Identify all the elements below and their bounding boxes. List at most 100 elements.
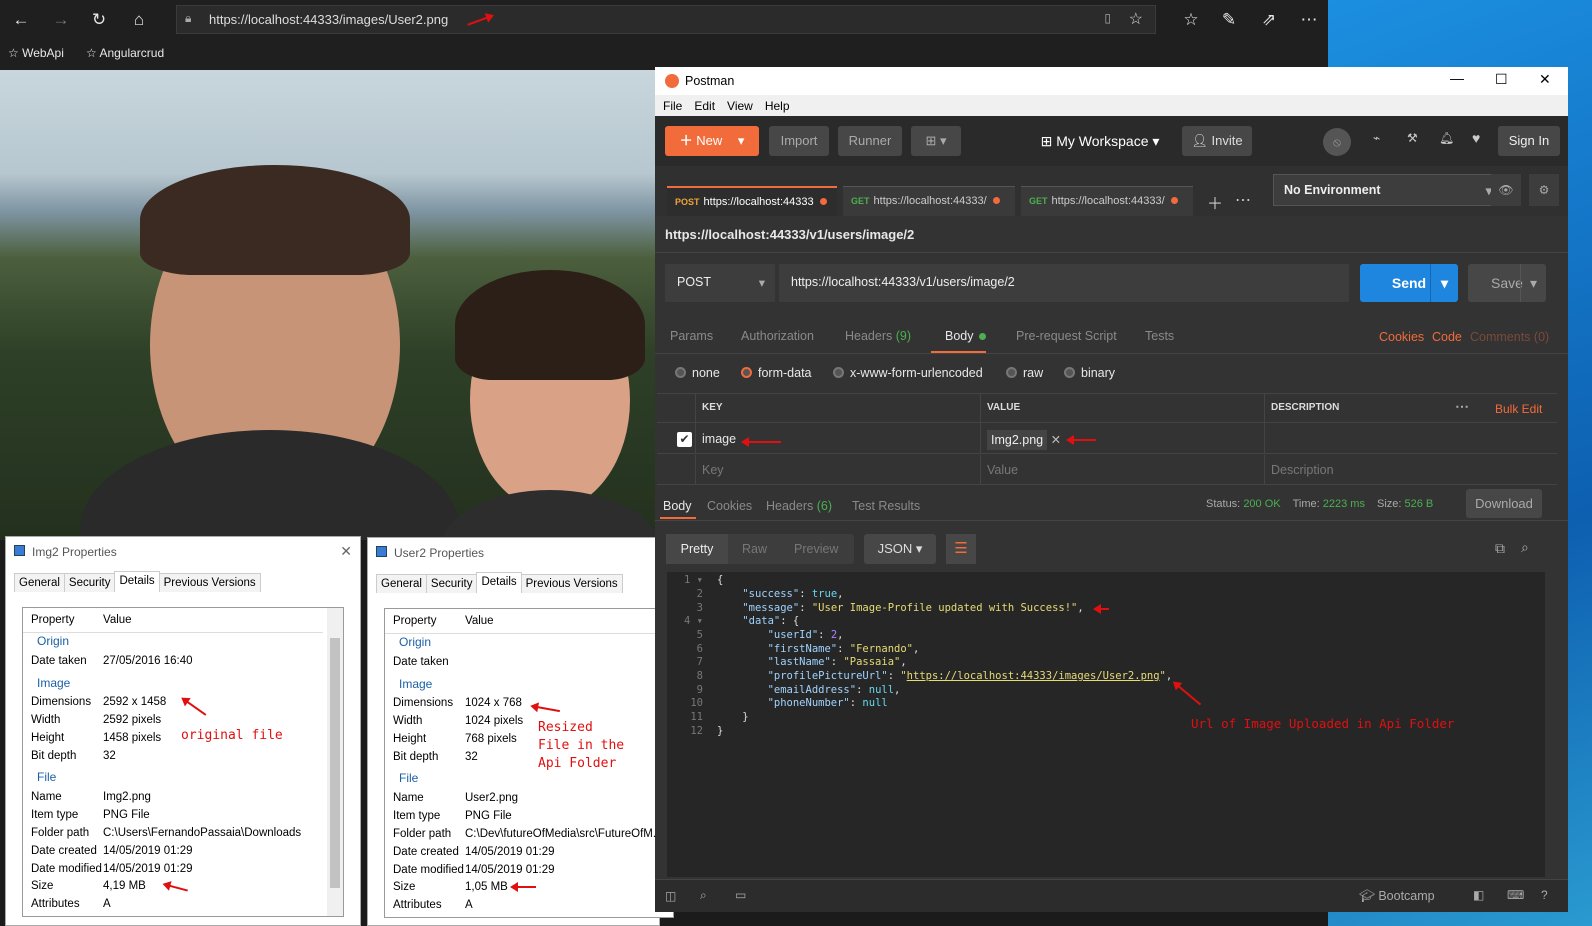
resp-tab-test-results[interactable]: Test Results <box>852 499 920 513</box>
radio-form-data[interactable]: form-data <box>741 366 812 380</box>
favorite-star-icon[interactable]: ☆ <box>1129 9 1143 29</box>
value-cell[interactable]: Img2.png ✕ <box>980 424 1264 454</box>
address-bar[interactable]: 🔒︎ https://localhost:44333/images/User2.… <box>176 5 1156 34</box>
tab-tests[interactable]: Tests <box>1145 329 1174 343</box>
tab-previous-versions[interactable]: Previous Versions <box>158 573 261 592</box>
settings-gear-icon[interactable]: ⚙ <box>1529 174 1559 206</box>
download-button[interactable]: Download <box>1466 489 1542 518</box>
invite-button[interactable]: 👤︎ Invite <box>1182 126 1252 156</box>
cookies-link[interactable]: Cookies <box>1379 330 1424 344</box>
find-icon[interactable]: ⌕ <box>700 888 707 903</box>
description-cell[interactable] <box>1264 424 1557 454</box>
more-icon[interactable]: ⋯ <box>1298 9 1320 31</box>
new-window-button[interactable]: ⊞ ▾ <box>911 126 961 156</box>
save-button[interactable]: Save ▾ <box>1468 264 1546 302</box>
two-pane-icon[interactable]: ◧ <box>1473 888 1484 902</box>
tab-get-request-2[interactable]: GET https://localhost:44333/ <box>1021 186 1193 216</box>
tab-general[interactable]: General <box>376 574 427 593</box>
radio-raw[interactable]: raw <box>1006 366 1043 380</box>
description-placeholder[interactable]: Description <box>1264 455 1557 485</box>
environment-selector[interactable]: No Environment ▾ <box>1273 174 1503 206</box>
comments-link[interactable]: Comments (0) <box>1470 330 1549 344</box>
preview-button[interactable]: Preview <box>794 542 838 556</box>
tab-general[interactable]: General <box>14 573 65 592</box>
row-checkbox[interactable]: ✔ <box>677 432 692 447</box>
radio-none[interactable]: none <box>675 366 720 380</box>
tab-get-request-1[interactable]: GET https://localhost:44333/ <box>843 186 1015 216</box>
more-icon[interactable]: ⋯ <box>1455 398 1469 415</box>
menu-edit[interactable]: Edit <box>694 99 715 113</box>
wrench-icon[interactable]: ⚒ <box>1407 131 1418 145</box>
back-icon[interactable]: ← <box>10 9 32 31</box>
new-button[interactable]: ＋ New ▾ <box>665 126 759 156</box>
bootcamp-button[interactable]: 🎓︎ Bootcamp <box>1359 889 1435 904</box>
method-selector[interactable]: POST ▾ <box>665 264 775 302</box>
close-icon[interactable]: ✕ <box>1539 71 1551 88</box>
radio-binary[interactable]: binary <box>1064 366 1115 380</box>
bulk-edit-link[interactable]: Bulk Edit <box>1495 402 1542 416</box>
tab-authorization[interactable]: Authorization <box>741 329 814 343</box>
tab-security[interactable]: Security <box>63 573 116 592</box>
resp-tab-body[interactable]: Body <box>663 499 692 513</box>
home-icon[interactable]: ⌂ <box>128 9 150 31</box>
pretty-button[interactable]: Pretty <box>666 534 728 564</box>
resp-tab-cookies[interactable]: Cookies <box>707 499 752 513</box>
console-icon[interactable]: ▭ <box>735 888 746 902</box>
sidebar-toggle-icon[interactable]: ◫ <box>665 889 676 903</box>
menu-help[interactable]: Help <box>765 99 790 113</box>
raw-button[interactable]: Raw <box>742 542 767 556</box>
more-tabs-icon[interactable]: ⋯ <box>1235 190 1251 210</box>
runner-button[interactable]: Runner <box>838 126 902 156</box>
share-icon[interactable]: ⇗ <box>1258 9 1280 31</box>
format-selector[interactable]: JSON ▾ <box>864 534 936 564</box>
pen-icon[interactable]: ✎ <box>1218 9 1240 31</box>
favorite-webapi[interactable]: ☆ WebApi <box>8 46 64 60</box>
add-tab-icon[interactable]: ＋ <box>1207 190 1223 214</box>
menu-view[interactable]: View <box>727 99 753 113</box>
radio-urlencoded[interactable]: x-www-form-urlencoded <box>833 366 983 380</box>
favorite-angularcrud[interactable]: ☆ Angularcrud <box>86 46 164 60</box>
wrap-lines-icon[interactable]: ☰ <box>946 534 976 564</box>
dialog-title: User2 Properties <box>368 538 659 566</box>
help-icon[interactable]: ? <box>1541 888 1548 902</box>
tab-body[interactable]: Body <box>945 329 986 343</box>
bell-icon[interactable]: 🔔︎ <box>1439 131 1454 145</box>
favorites-icon[interactable]: ☆ <box>1180 9 1202 31</box>
maximize-icon[interactable]: ☐ <box>1495 71 1508 88</box>
tab-security[interactable]: Security <box>425 574 478 593</box>
keyboard-icon[interactable]: ⌨ <box>1507 888 1524 902</box>
tab-headers[interactable]: Headers (9) <box>845 329 911 343</box>
tab-post-request[interactable]: POST https://localhost:44333 <box>667 186 837 216</box>
close-icon[interactable]: ✕ <box>340 543 352 560</box>
refresh-icon[interactable]: ↻ <box>88 9 110 31</box>
menu-file[interactable]: File <box>663 99 682 113</box>
search-icon[interactable]: ⌕ <box>1521 539 1529 556</box>
note-resized-file: Resized File in the Api Folder <box>538 720 625 771</box>
remove-file-icon[interactable]: ✕ <box>1051 433 1061 447</box>
code-link[interactable]: Code <box>1432 330 1462 344</box>
reading-view-icon[interactable]: ▯ <box>1104 11 1111 25</box>
key-cell[interactable]: image <box>695 424 980 454</box>
value-placeholder[interactable]: Value <box>980 455 1264 485</box>
row-dimensions: Dimensions 1024 x 768 <box>393 697 522 709</box>
copy-icon[interactable]: ⧉ <box>1495 540 1505 557</box>
key-placeholder[interactable]: Key <box>695 455 980 485</box>
sync-icon[interactable]: ⦸ <box>1323 128 1351 156</box>
scrollbar[interactable] <box>327 608 343 916</box>
minimize-icon[interactable]: — <box>1450 70 1464 86</box>
workspace-selector[interactable]: ⊞ My Workspace ▾ <box>1030 126 1170 156</box>
satellite-icon[interactable]: ⌁ <box>1373 131 1380 145</box>
tab-details[interactable]: Details <box>114 571 160 592</box>
heart-icon[interactable]: ♥ <box>1472 130 1480 146</box>
import-button[interactable]: Import <box>769 126 829 156</box>
tab-details[interactable]: Details <box>476 572 522 593</box>
tab-previous-versions[interactable]: Previous Versions <box>520 574 623 593</box>
tab-params[interactable]: Params <box>670 329 713 343</box>
url-input[interactable]: https://localhost:44333/v1/users/image/2 <box>779 264 1349 302</box>
resp-tab-headers[interactable]: Headers (6) <box>766 499 832 513</box>
tab-pre-request-script[interactable]: Pre-request Script <box>1016 329 1117 343</box>
eye-icon[interactable]: 👁︎ <box>1491 174 1521 206</box>
forward-icon[interactable]: → <box>50 9 72 31</box>
send-button[interactable]: Send ▾ <box>1360 264 1458 302</box>
sign-in-button[interactable]: Sign In <box>1498 126 1560 156</box>
